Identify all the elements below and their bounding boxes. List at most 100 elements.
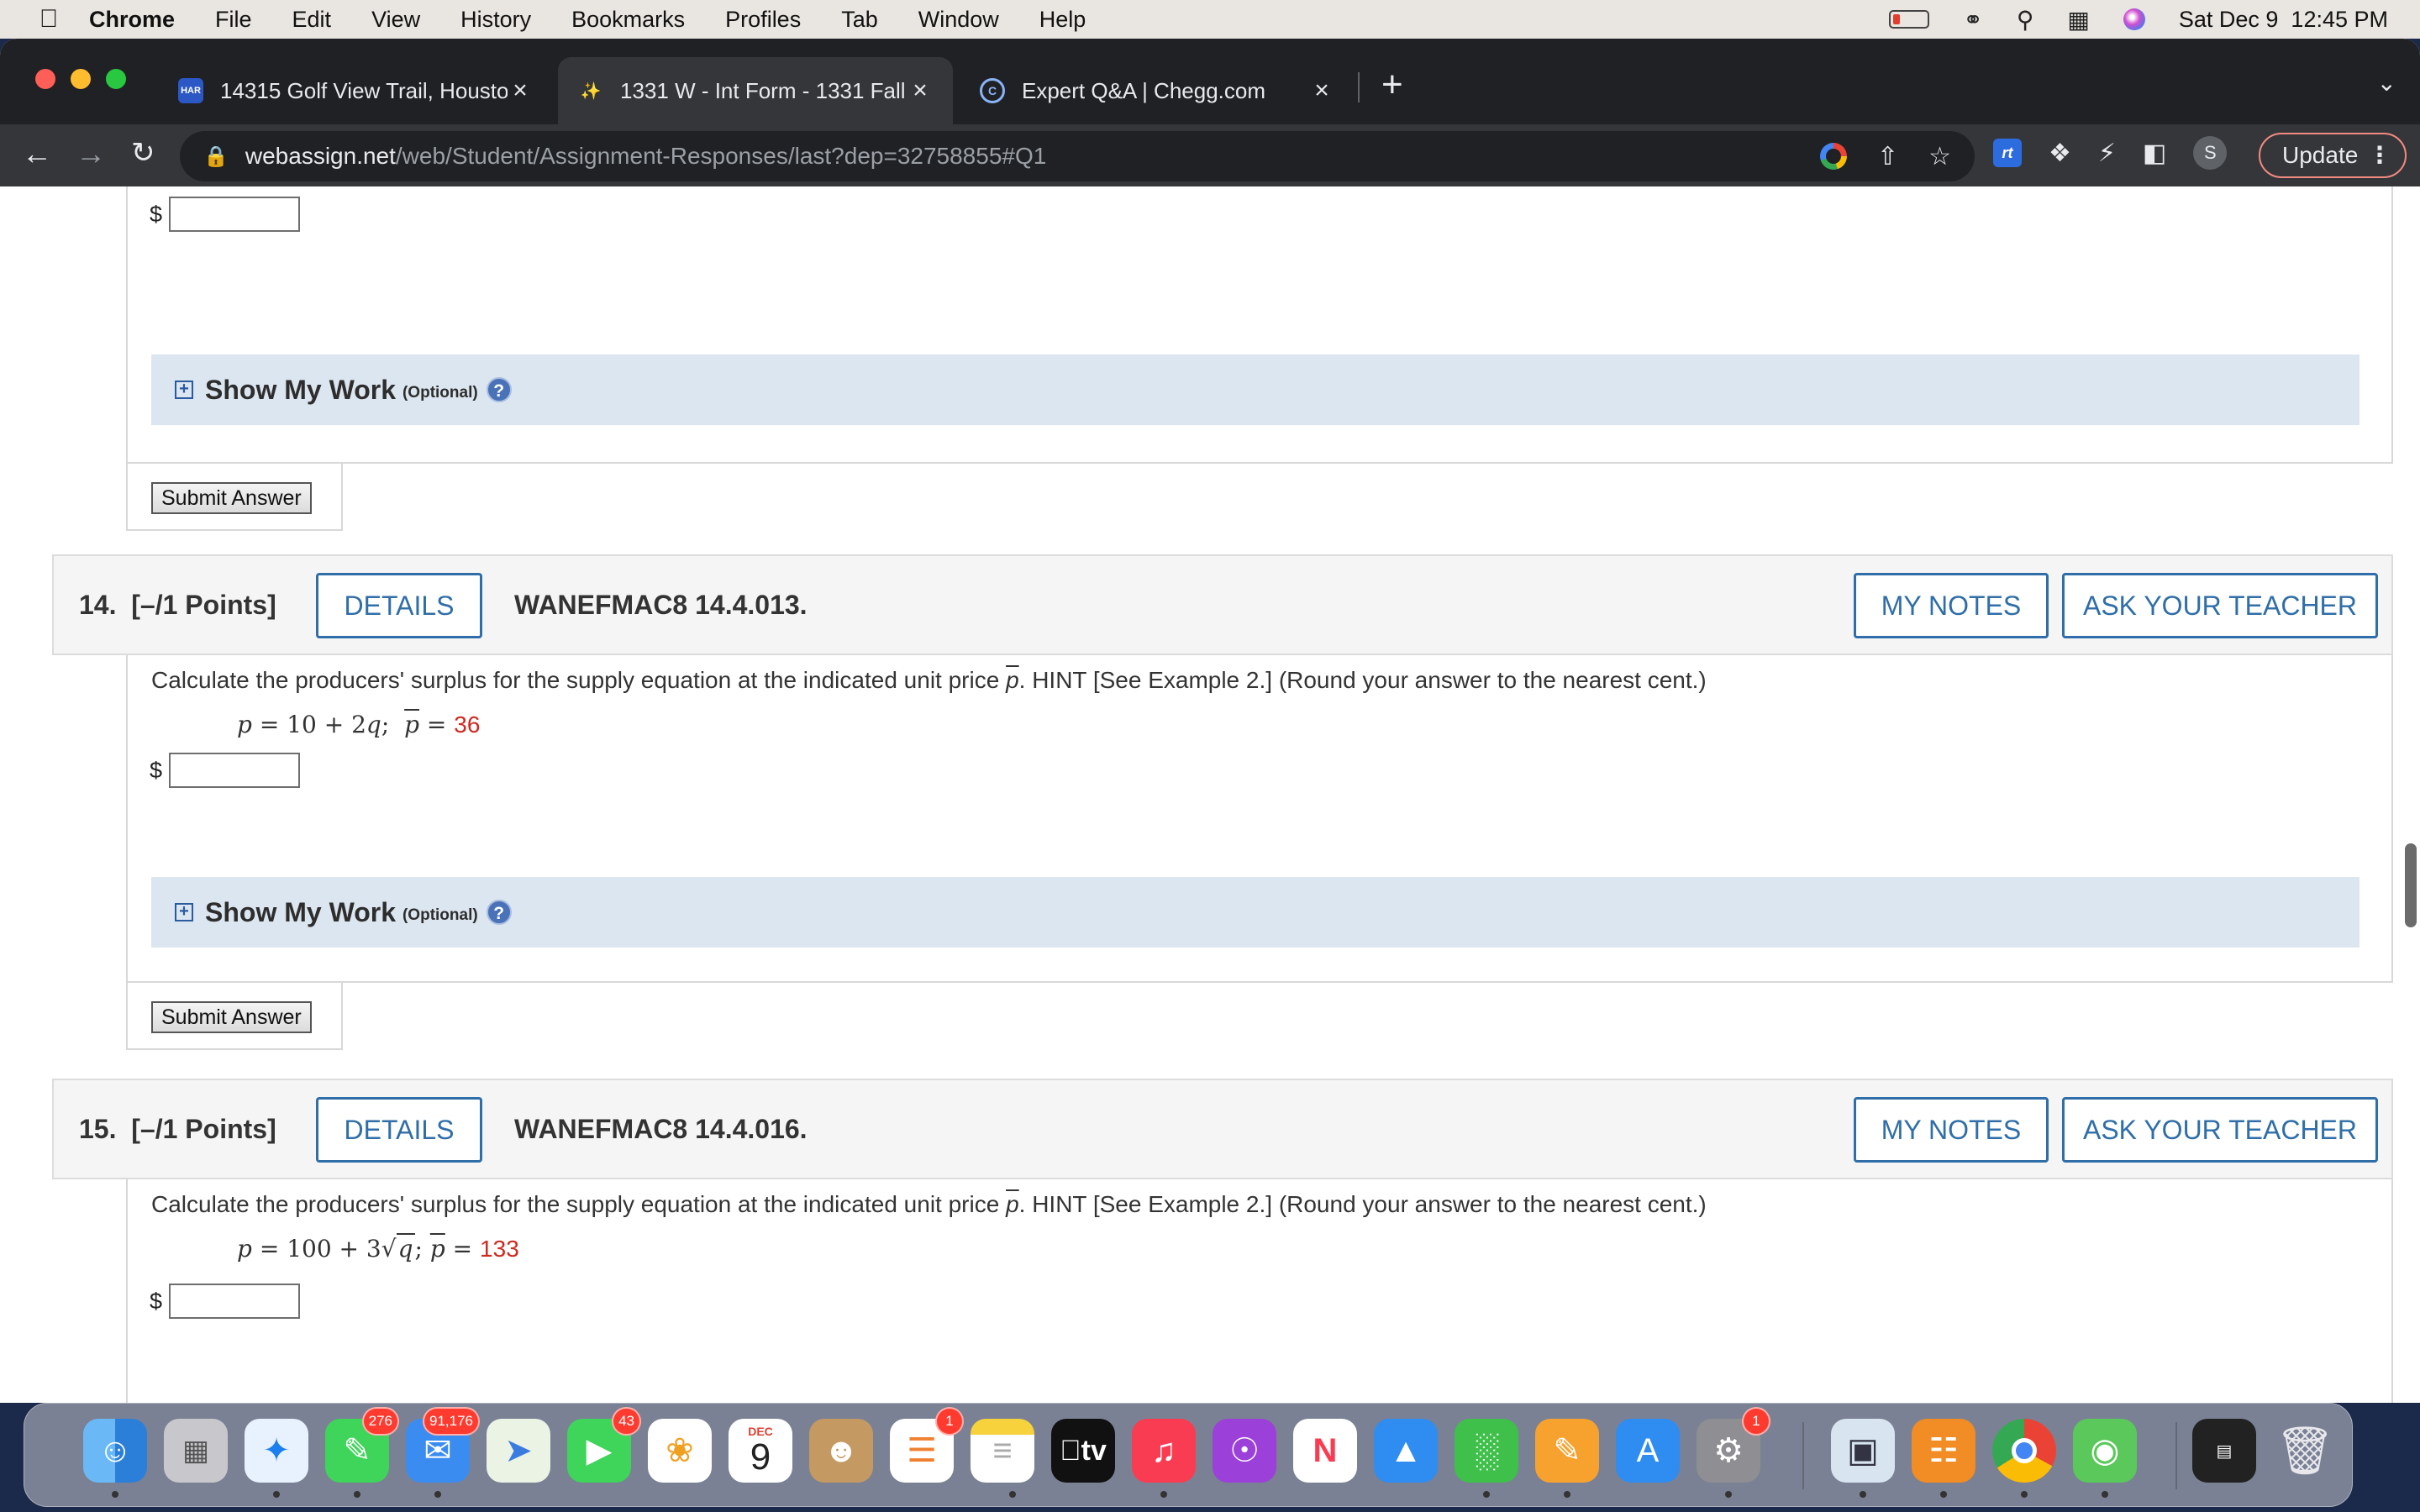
- fullscreen-window-button[interactable]: [106, 69, 126, 89]
- reload-icon[interactable]: ↻: [131, 136, 155, 170]
- submit-answer-button[interactable]: Submit Answer: [151, 1001, 312, 1033]
- expand-plus-icon[interactable]: +: [175, 903, 193, 921]
- close-window-button[interactable]: [35, 69, 55, 89]
- mail-icon[interactable]: ✉ 91,176: [406, 1407, 480, 1483]
- system-settings-icon[interactable]: ⚙ 1: [1697, 1407, 1770, 1483]
- profile-avatar[interactable]: S: [2193, 136, 2228, 170]
- running-indicator: [1160, 1491, 1167, 1498]
- running-indicator: [1009, 1491, 1016, 1498]
- ask-your-teacher-button[interactable]: ASK YOUR TEACHER: [2062, 1097, 2378, 1163]
- trash-icon[interactable]: 🗑: [2273, 1419, 2337, 1483]
- back-arrow-icon[interactable]: ←: [22, 136, 52, 171]
- running-indicator: [1564, 1491, 1570, 1498]
- running-indicator: [273, 1491, 280, 1498]
- spotlight-search-icon[interactable]: ⚲: [2017, 6, 2034, 34]
- running-indicator: [1860, 1491, 1866, 1498]
- close-tab-icon[interactable]: ×: [1309, 76, 1334, 105]
- minimize-window-button[interactable]: [71, 69, 91, 89]
- menubar-clock[interactable]: Sat Dec 9 12:45 PM: [2179, 7, 2388, 33]
- launchpad-icon[interactable]: ▦: [164, 1419, 228, 1483]
- menu-bookmarks[interactable]: Bookmarks: [571, 7, 685, 33]
- tab-webassign[interactable]: ✨ 1331 W - Int Form - 1331 Fall 2 ×: [558, 57, 953, 124]
- help-question-icon[interactable]: ?: [486, 377, 512, 402]
- menu-file[interactable]: File: [215, 7, 252, 33]
- page-scrollbar[interactable]: [2405, 843, 2417, 927]
- answer-input[interactable]: [169, 197, 301, 232]
- reminders-icon[interactable]: ☰ 1: [890, 1407, 964, 1483]
- tab-har[interactable]: HAR 14315 Golf View Trail, Houston ×: [158, 57, 553, 124]
- details-button[interactable]: DETAILS: [316, 1097, 482, 1163]
- help-question-icon[interactable]: ?: [486, 900, 512, 925]
- extensions-puzzle-icon[interactable]: ❖: [2049, 139, 2071, 168]
- keynote-icon[interactable]: ▲: [1374, 1419, 1438, 1483]
- maps-icon[interactable]: ➤: [487, 1419, 550, 1483]
- forward-arrow-icon[interactable]: →: [76, 136, 106, 171]
- address-bar[interactable]: 🔒 webassign.net/web/Student/Assignment-R…: [180, 131, 1975, 181]
- find-my-icon[interactable]: ◉: [2073, 1419, 2137, 1483]
- expand-plus-icon[interactable]: +: [175, 381, 193, 399]
- apple-icon[interactable]: : [32, 5, 66, 34]
- menu-profiles[interactable]: Profiles: [725, 7, 801, 33]
- tab-search-chevron-icon[interactable]: ⌄: [2377, 69, 2396, 97]
- control-center-icon[interactable]: ▦: [2067, 6, 2089, 34]
- reminders-badge: 1: [935, 1407, 964, 1436]
- preview-icon[interactable]: ▣: [1831, 1419, 1895, 1483]
- close-tab-icon[interactable]: ×: [908, 76, 933, 105]
- extension-rt-icon[interactable]: rt: [1993, 139, 2022, 167]
- wifi-icon[interactable]: ⚭: [1963, 6, 1982, 34]
- menu-app-chrome[interactable]: Chrome: [89, 7, 175, 33]
- tab-title: 14315 Golf View Trail, Houston: [220, 77, 508, 103]
- tab-chegg[interactable]: C Expert Q&A | Chegg.com ×: [960, 57, 1355, 124]
- answer-input[interactable]: [169, 753, 301, 788]
- running-indicator: [1940, 1491, 1947, 1498]
- news-icon[interactable]: N: [1293, 1419, 1357, 1483]
- finder-icon[interactable]: ☺: [83, 1419, 147, 1483]
- menu-window[interactable]: Window: [918, 7, 999, 33]
- battery-icon[interactable]: [1889, 10, 1930, 29]
- show-my-work-bar[interactable]: + Show My Work (Optional) ?: [151, 877, 2360, 948]
- messages-badge: 276: [361, 1407, 399, 1436]
- notes-icon[interactable]: ≡: [971, 1419, 1034, 1483]
- app-store-icon[interactable]: A: [1616, 1419, 1680, 1483]
- update-button[interactable]: Update ⋮: [2259, 133, 2407, 178]
- calendar-icon[interactable]: DEC 9: [729, 1419, 792, 1483]
- menu-history[interactable]: History: [460, 7, 531, 33]
- books-icon[interactable]: ☷: [1912, 1419, 1975, 1483]
- share-icon[interactable]: ⇧: [1877, 142, 1898, 171]
- apple-tv-icon[interactable]: tv: [1051, 1419, 1115, 1483]
- close-tab-icon[interactable]: ×: [508, 76, 533, 105]
- ask-your-teacher-button[interactable]: ASK YOUR TEACHER: [2062, 573, 2378, 638]
- siri-icon[interactable]: [2123, 8, 2145, 30]
- calendar-day: 9: [750, 1436, 771, 1478]
- messages-icon[interactable]: ✎ 276: [325, 1407, 399, 1483]
- photos-icon[interactable]: ❀: [648, 1419, 712, 1483]
- menu-tab[interactable]: Tab: [841, 7, 878, 33]
- question-text: Calculate the producers' surplus for the…: [151, 1191, 1707, 1217]
- side-panel-icon[interactable]: ◧: [2143, 139, 2166, 168]
- new-tab-plus-icon[interactable]: +: [1381, 64, 1403, 106]
- details-button[interactable]: DETAILS: [316, 573, 482, 638]
- safari-icon[interactable]: ✦: [245, 1419, 308, 1483]
- performance-icon[interactable]: ⚡: [2098, 139, 2116, 168]
- submit-answer-button[interactable]: Submit Answer: [151, 482, 312, 514]
- answer-input[interactable]: [169, 1284, 301, 1319]
- show-my-work-bar[interactable]: + Show My Work (Optional) ?: [151, 354, 2360, 425]
- pages-icon[interactable]: ✎: [1535, 1419, 1599, 1483]
- facetime-icon[interactable]: ▶ 43: [567, 1407, 641, 1483]
- chrome-icon[interactable]: [1992, 1419, 2056, 1483]
- google-lens-icon[interactable]: [1819, 143, 1847, 170]
- facetime-badge: 43: [612, 1407, 641, 1436]
- supply-equation: p = 10 + 2q; p = 36: [237, 711, 481, 738]
- numbers-icon[interactable]: ░: [1455, 1419, 1518, 1483]
- menu-view[interactable]: View: [371, 7, 420, 33]
- menu-help[interactable]: Help: [1039, 7, 1086, 33]
- minimized-window-icon[interactable]: ▤: [2192, 1419, 2256, 1483]
- lock-icon[interactable]: 🔒: [203, 144, 229, 169]
- menu-edit[interactable]: Edit: [292, 7, 332, 33]
- music-icon[interactable]: ♫: [1132, 1419, 1196, 1483]
- bookmark-star-icon[interactable]: ☆: [1928, 142, 1951, 171]
- my-notes-button[interactable]: MY NOTES: [1854, 573, 2049, 638]
- podcasts-icon[interactable]: ☉: [1213, 1419, 1276, 1483]
- my-notes-button[interactable]: MY NOTES: [1854, 1097, 2049, 1163]
- contacts-icon[interactable]: ☻: [809, 1419, 873, 1483]
